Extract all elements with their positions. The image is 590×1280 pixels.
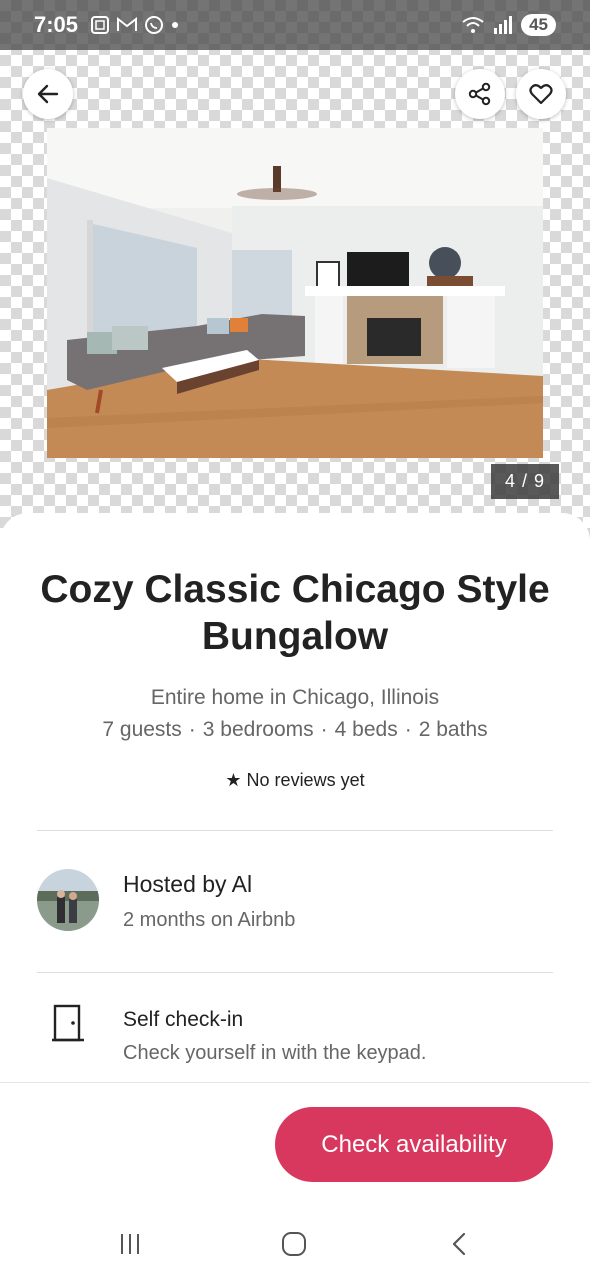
battery-indicator: 45	[521, 14, 556, 36]
status-bar: 7:05 45	[0, 0, 590, 50]
listing-title: Cozy Classic Chicago Style Bungalow	[40, 568, 550, 658]
separator-dot: ·	[188, 718, 196, 741]
listing-subtitle: Entire home in Chicago, Illinois	[150, 686, 440, 709]
photo-counter: 4 / 9	[491, 464, 559, 499]
system-back-button[interactable]	[440, 1224, 480, 1264]
back-button[interactable]	[23, 69, 73, 119]
baths-count: 2 baths	[418, 718, 488, 741]
recent-apps-icon	[121, 1234, 139, 1254]
recent-apps-button[interactable]	[110, 1224, 150, 1264]
bedrooms-count: 3 bedrooms	[202, 718, 314, 741]
reviews-text: No reviews yet	[246, 770, 365, 790]
check-availability-button[interactable]: Check availability	[275, 1107, 553, 1182]
listing-details: 7 guests · 3 bedrooms · 4 beds · 2 baths	[0, 718, 590, 742]
share-button[interactable]	[455, 69, 505, 119]
star-icon: ★	[225, 770, 242, 790]
host-avatar[interactable]	[37, 869, 99, 931]
share-icon	[468, 82, 491, 106]
notification-icons	[90, 15, 180, 35]
gmail-icon	[117, 16, 138, 31]
beds-count: 4 beds	[334, 718, 398, 741]
favorite-button[interactable]	[516, 69, 566, 119]
heart-icon	[529, 84, 553, 105]
arrow-left-icon	[37, 84, 59, 104]
listing-photo[interactable]	[47, 128, 543, 458]
door-icon	[52, 1004, 84, 1047]
host-tenure: 2 months on Airbnb	[123, 909, 296, 931]
separator-dot: ·	[320, 718, 328, 741]
system-icons: 45	[461, 14, 556, 36]
guests-count: 7 guests	[102, 718, 182, 741]
signal-icon	[494, 16, 513, 34]
divider	[37, 972, 553, 973]
amenity-title: Self check-in	[123, 1008, 244, 1031]
home-button[interactable]	[274, 1224, 314, 1264]
chevron-left-icon	[452, 1232, 466, 1256]
dot-icon	[172, 22, 179, 28]
screenshot-icon	[91, 16, 110, 34]
divider	[37, 830, 553, 831]
separator-dot: ·	[404, 718, 412, 741]
amenity-description: Check yourself in with the keypad.	[123, 1042, 427, 1064]
reviews-summary: ★ No reviews yet	[0, 770, 590, 791]
whatsapp-icon	[145, 16, 164, 34]
host-name: Hosted by Al	[123, 871, 253, 897]
status-time: 7:05	[34, 12, 79, 37]
wifi-icon	[462, 17, 484, 33]
home-icon	[282, 1232, 306, 1256]
